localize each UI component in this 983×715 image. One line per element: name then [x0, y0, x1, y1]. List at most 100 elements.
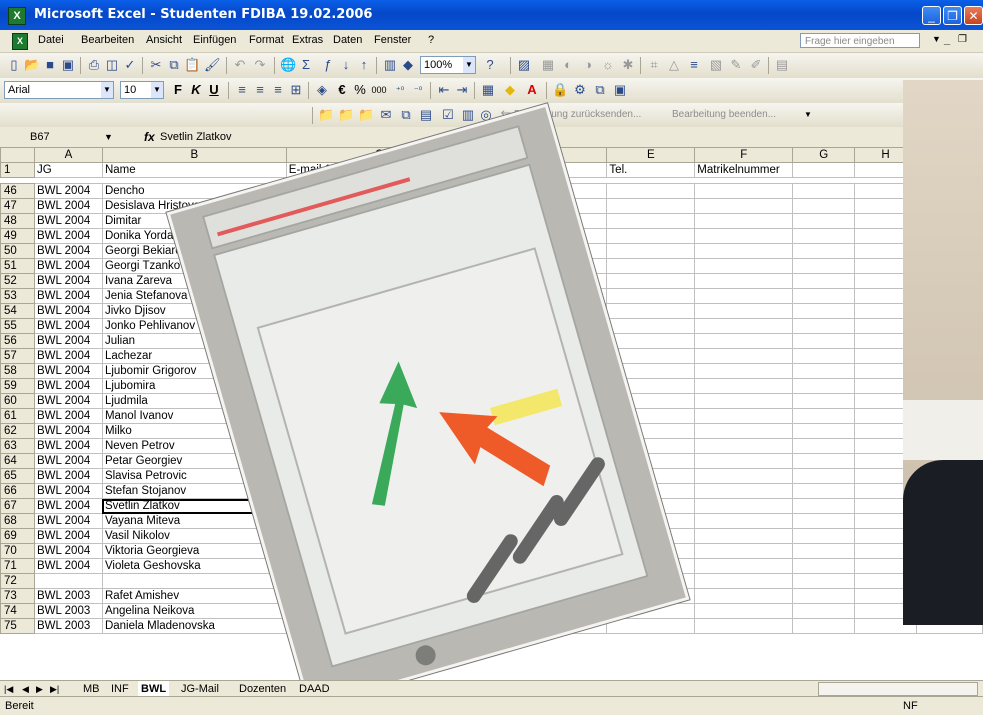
tab-daad[interactable]: DAAD [296, 681, 333, 697]
review-end-button[interactable]: Bearbeitung beenden... [672, 109, 776, 120]
fill-color-icon[interactable]: ◆ [502, 82, 518, 98]
new-document-icon[interactable]: ▯ [6, 57, 22, 73]
row-header[interactable]: 69 [0, 528, 35, 544]
help-icon[interactable]: ? [482, 57, 498, 73]
empty-cell[interactable] [694, 243, 794, 259]
paste-icon[interactable]: 📋 [184, 57, 200, 73]
doc-minimize-button[interactable]: _ [944, 34, 950, 46]
increase-indent-icon[interactable]: ⇥ [454, 82, 470, 98]
research-icon[interactable]: ⚙ [572, 82, 588, 98]
row-header[interactable]: 53 [0, 288, 35, 304]
row-header[interactable]: 56 [0, 333, 35, 349]
toolbar-options-icon[interactable]: ▼ [800, 107, 816, 123]
row-header[interactable]: 63 [0, 438, 35, 454]
open-folder-icon[interactable]: 📂 [24, 57, 40, 73]
empty-cell[interactable] [606, 198, 696, 214]
cell-jg[interactable]: BWL 2004 [33, 348, 103, 364]
menu-datei[interactable]: Datei [38, 34, 64, 46]
thousands-button[interactable]: 000 [368, 82, 390, 98]
cell-jg[interactable]: BWL 2004 [33, 183, 103, 199]
cell-name[interactable]: Viktoria Georgieva [101, 543, 287, 559]
empty-cell[interactable] [792, 393, 856, 409]
bold-button[interactable]: F [170, 82, 186, 98]
row-header[interactable]: 72 [0, 573, 35, 589]
empty-cell[interactable] [792, 183, 856, 199]
share-icon[interactable]: ▣ [612, 82, 628, 98]
row-header[interactable]: 50 [0, 243, 35, 259]
format-painter-icon[interactable]: 🖌 [204, 57, 221, 73]
sort-descending-icon[interactable]: ↑ [356, 57, 372, 73]
font-color-icon[interactable]: A [524, 82, 540, 98]
header-cell[interactable]: Tel. [606, 162, 696, 178]
empty-cell[interactable] [694, 258, 794, 274]
empty-cell[interactable] [606, 258, 696, 274]
row-header[interactable]: 1 [0, 162, 35, 178]
row-header[interactable]: 65 [0, 468, 35, 484]
empty-cell[interactable] [694, 573, 794, 589]
cell-jg[interactable]: BWL 2004 [33, 393, 103, 409]
align-left-icon[interactable]: ≡ [234, 82, 250, 98]
cell-jg[interactable]: BWL 2004 [33, 258, 103, 274]
row-header[interactable]: 49 [0, 228, 35, 244]
cell-jg[interactable]: BWL 2004 [33, 468, 103, 484]
empty-cell[interactable] [606, 183, 696, 199]
cell-jg[interactable]: BWL 2004 [33, 558, 103, 574]
empty-cell[interactable] [694, 588, 794, 604]
tab-dozenten[interactable]: Dozenten [236, 681, 289, 697]
empty-cell[interactable] [694, 333, 794, 349]
align-right-icon[interactable]: ≡ [270, 82, 286, 98]
empty-cell[interactable] [606, 318, 696, 334]
merge-center-icon[interactable]: ⊞ [288, 82, 304, 98]
horizontal-scrollbar[interactable] [818, 682, 978, 696]
empty-cell[interactable] [694, 213, 794, 229]
empty-cell[interactable] [694, 273, 794, 289]
toolbar-extra-icon[interactable]: ▧ [708, 57, 724, 73]
font-select[interactable]: Arial ▼ [4, 81, 114, 99]
select-all-corner[interactable] [0, 147, 35, 163]
empty-cell[interactable] [694, 198, 794, 214]
empty-cell[interactable] [792, 213, 856, 229]
empty-cell[interactable] [792, 318, 856, 334]
hyperlink-icon[interactable]: 🌐 [280, 57, 296, 73]
last-sheet-icon[interactable]: ▶| [50, 681, 59, 697]
increase-decimal-icon[interactable]: ⁺⁰ [392, 82, 408, 98]
compare-icon[interactable]: ⧉ [592, 82, 608, 98]
tab-bwl[interactable]: BWL [138, 681, 170, 697]
empty-cell[interactable] [792, 258, 856, 274]
row-header[interactable]: 60 [0, 393, 35, 409]
cell-name[interactable]: Rafet Amishev [101, 588, 287, 604]
cell-jg[interactable]: BWL 2004 [33, 408, 103, 424]
minimize-button[interactable]: _ [922, 6, 941, 25]
autosum-icon[interactable]: Σ [298, 57, 314, 73]
menu-format[interactable]: Format [249, 34, 284, 46]
folder-icon[interactable]: 📁 [358, 107, 374, 123]
underline-button[interactable]: U [206, 82, 222, 98]
empty-cell[interactable] [606, 243, 696, 259]
menu-fenster[interactable]: Fenster [374, 34, 411, 46]
euro-button[interactable]: € [334, 82, 350, 98]
empty-cell[interactable] [792, 423, 856, 439]
empty-cell[interactable] [606, 333, 696, 349]
toolbar-extra-icon[interactable]: ≡ [686, 57, 702, 73]
toolbar-extra-icon[interactable]: ☼ [600, 57, 616, 73]
workbook-icon[interactable]: X [12, 33, 28, 50]
prev-sheet-icon[interactable]: ◀ [22, 681, 29, 697]
copy-icon[interactable]: ⧉ [166, 57, 182, 73]
row-header[interactable]: 55 [0, 318, 35, 334]
empty-cell[interactable] [694, 288, 794, 304]
menu-einfuegen[interactable]: Einfügen [193, 34, 236, 46]
row-header[interactable]: 68 [0, 513, 35, 529]
row-header[interactable]: 59 [0, 378, 35, 394]
empty-cell[interactable] [694, 543, 794, 559]
empty-cell[interactable] [792, 243, 856, 259]
currency-format-icon[interactable]: ◈ [314, 82, 330, 98]
empty-cell[interactable] [792, 468, 856, 484]
empty-cell[interactable] [694, 303, 794, 319]
empty-cell[interactable] [694, 618, 794, 634]
menu-bearbeiten[interactable]: Bearbeiten [81, 34, 134, 46]
reply-icon[interactable]: ⧉ [398, 107, 414, 123]
empty-cell[interactable] [792, 162, 856, 178]
empty-cell[interactable] [792, 288, 856, 304]
empty-cell[interactable] [792, 498, 856, 514]
name-box[interactable]: B67 [30, 129, 100, 145]
